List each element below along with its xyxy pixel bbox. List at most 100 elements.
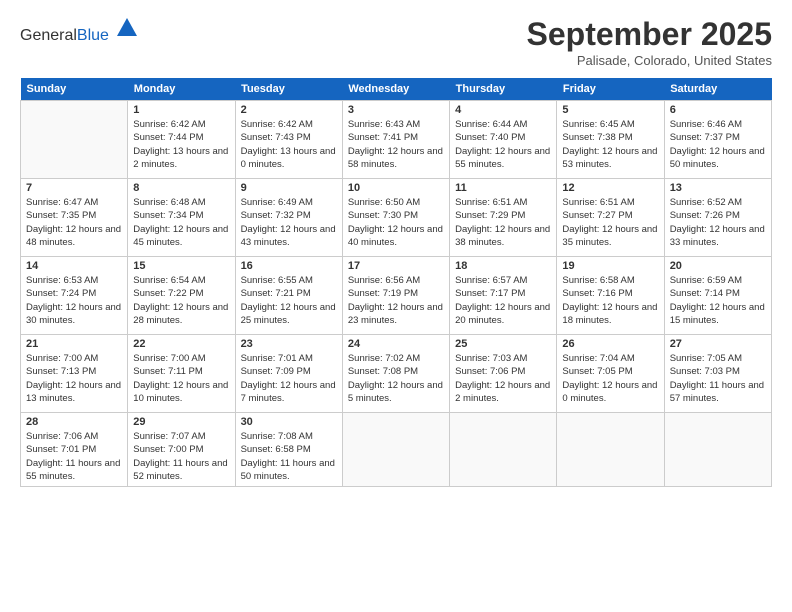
day-info: Sunrise: 6:46 AMSunset: 7:37 PMDaylight:… — [670, 118, 766, 171]
week-row-1: 1 Sunrise: 6:42 AMSunset: 7:44 PMDaylight… — [21, 101, 772, 179]
day-info: Sunrise: 7:04 AMSunset: 7:05 PMDaylight:… — [562, 352, 658, 405]
week-row-5: 28Sunrise: 7:06 AMSunset: 7:01 PMDayligh… — [21, 413, 772, 487]
day-number: 21 — [26, 338, 122, 350]
day-header-monday: Monday — [128, 78, 235, 101]
logo: GeneralBlue — [20, 16, 139, 45]
day-cell: 12 Sunrise: 6:51 AMSunset: 7:27 PMDayligh… — [557, 179, 664, 257]
day-info: Sunrise: 6:52 AMSunset: 7:26 PMDaylight:… — [670, 196, 766, 249]
day-header-wednesday: Wednesday — [342, 78, 449, 101]
day-info: Sunrise: 7:06 AMSunset: 7:01 PMDaylight:… — [26, 430, 122, 483]
day-info: Sunrise: 7:00 AMSunset: 7:11 PMDaylight:… — [133, 352, 229, 405]
day-cell: 18 Sunrise: 6:57 AMSunset: 7:17 PMDayligh… — [450, 257, 557, 335]
location: Palisade, Colorado, United States — [527, 53, 772, 68]
header: GeneralBlue September 2025 Palisade, Col… — [20, 16, 772, 68]
logo-general-text: General — [20, 27, 77, 44]
week-row-4: 21 Sunrise: 7:00 AMSunset: 7:13 PMDayligh… — [21, 335, 772, 413]
day-number: 14 — [26, 260, 122, 272]
day-info: Sunrise: 6:54 AMSunset: 7:22 PMDaylight:… — [133, 274, 229, 327]
day-number: 23 — [241, 338, 337, 350]
day-cell: 7 Sunrise: 6:47 AMSunset: 7:35 PMDaylight… — [21, 179, 128, 257]
day-number: 16 — [241, 260, 337, 272]
days-header-row: SundayMondayTuesdayWednesdayThursdayFrid… — [21, 78, 772, 101]
day-info: Sunrise: 6:42 AMSunset: 7:44 PMDaylight:… — [133, 118, 229, 171]
day-cell: 6Sunrise: 6:46 AMSunset: 7:37 PMDaylight… — [664, 101, 771, 179]
day-info: Sunrise: 6:43 AMSunset: 7:41 PMDaylight:… — [348, 118, 444, 171]
day-number: 5 — [562, 104, 658, 116]
day-number: 29 — [133, 416, 229, 428]
day-info: Sunrise: 6:50 AMSunset: 7:30 PMDaylight:… — [348, 196, 444, 249]
day-info: Sunrise: 7:01 AMSunset: 7:09 PMDaylight:… — [241, 352, 337, 405]
day-info: Sunrise: 6:57 AMSunset: 7:17 PMDaylight:… — [455, 274, 551, 327]
day-cell: 3 Sunrise: 6:43 AMSunset: 7:41 PMDaylight… — [342, 101, 449, 179]
day-header-thursday: Thursday — [450, 78, 557, 101]
day-info: Sunrise: 6:58 AMSunset: 7:16 PMDaylight:… — [562, 274, 658, 327]
logo-icon — [115, 16, 139, 40]
day-number: 4 — [455, 104, 551, 116]
day-cell: 16 Sunrise: 6:55 AMSunset: 7:21 PMDayligh… — [235, 257, 342, 335]
day-header-saturday: Saturday — [664, 78, 771, 101]
day-cell: 21 Sunrise: 7:00 AMSunset: 7:13 PMDayligh… — [21, 335, 128, 413]
day-cell: 4 Sunrise: 6:44 AMSunset: 7:40 PMDaylight… — [450, 101, 557, 179]
calendar-table: SundayMondayTuesdayWednesdayThursdayFrid… — [20, 78, 772, 487]
day-cell — [450, 413, 557, 487]
day-header-friday: Friday — [557, 78, 664, 101]
day-number: 20 — [670, 260, 766, 272]
day-cell — [664, 413, 771, 487]
day-number: 18 — [455, 260, 551, 272]
day-info: Sunrise: 6:44 AMSunset: 7:40 PMDaylight:… — [455, 118, 551, 171]
day-number: 27 — [670, 338, 766, 350]
day-header-sunday: Sunday — [21, 78, 128, 101]
day-number: 24 — [348, 338, 444, 350]
day-number: 10 — [348, 182, 444, 194]
day-info: Sunrise: 6:49 AMSunset: 7:32 PMDaylight:… — [241, 196, 337, 249]
day-number: 13 — [670, 182, 766, 194]
day-info: Sunrise: 7:03 AMSunset: 7:06 PMDaylight:… — [455, 352, 551, 405]
day-cell: 27 Sunrise: 7:05 AMSunset: 7:03 PMDayligh… — [664, 335, 771, 413]
day-number: 22 — [133, 338, 229, 350]
day-number: 8 — [133, 182, 229, 194]
day-number: 19 — [562, 260, 658, 272]
day-cell: 8Sunrise: 6:48 AMSunset: 7:34 PMDaylight… — [128, 179, 235, 257]
day-cell: 20 Sunrise: 6:59 AMSunset: 7:14 PMDayligh… — [664, 257, 771, 335]
day-cell: 25 Sunrise: 7:03 AMSunset: 7:06 PMDayligh… — [450, 335, 557, 413]
day-number: 25 — [455, 338, 551, 350]
day-number: 11 — [455, 182, 551, 194]
day-cell: 30 Sunrise: 7:08 AMSunset: 6:58 PMDayligh… — [235, 413, 342, 487]
day-cell: 19 Sunrise: 6:58 AMSunset: 7:16 PMDayligh… — [557, 257, 664, 335]
day-cell: 28Sunrise: 7:06 AMSunset: 7:01 PMDayligh… — [21, 413, 128, 487]
calendar-page: GeneralBlue September 2025 Palisade, Col… — [0, 0, 792, 612]
day-number: 7 — [26, 182, 122, 194]
day-info: Sunrise: 6:51 AMSunset: 7:27 PMDaylight:… — [562, 196, 658, 249]
day-number: 3 — [348, 104, 444, 116]
day-cell: 26 Sunrise: 7:04 AMSunset: 7:05 PMDayligh… — [557, 335, 664, 413]
day-cell — [342, 413, 449, 487]
day-number: 12 — [562, 182, 658, 194]
day-number: 1 — [133, 104, 229, 116]
month-title: September 2025 — [527, 16, 772, 53]
day-info: Sunrise: 7:02 AMSunset: 7:08 PMDaylight:… — [348, 352, 444, 405]
day-info: Sunrise: 6:55 AMSunset: 7:21 PMDaylight:… — [241, 274, 337, 327]
title-section: September 2025 Palisade, Colorado, Unite… — [527, 16, 772, 68]
day-cell: 11 Sunrise: 6:51 AMSunset: 7:29 PMDayligh… — [450, 179, 557, 257]
day-cell: 10 Sunrise: 6:50 AMSunset: 7:30 PMDayligh… — [342, 179, 449, 257]
day-cell — [557, 413, 664, 487]
day-info: Sunrise: 7:00 AMSunset: 7:13 PMDaylight:… — [26, 352, 122, 405]
day-number: 26 — [562, 338, 658, 350]
day-cell: 15 Sunrise: 6:54 AMSunset: 7:22 PMDayligh… — [128, 257, 235, 335]
day-cell: 29Sunrise: 7:07 AMSunset: 7:00 PMDayligh… — [128, 413, 235, 487]
day-info: Sunrise: 7:05 AMSunset: 7:03 PMDaylight:… — [670, 352, 766, 405]
day-cell — [21, 101, 128, 179]
day-number: 9 — [241, 182, 337, 194]
day-number: 15 — [133, 260, 229, 272]
day-info: Sunrise: 6:59 AMSunset: 7:14 PMDaylight:… — [670, 274, 766, 327]
logo-blue-text: Blue — [77, 27, 109, 44]
day-info: Sunrise: 6:47 AMSunset: 7:35 PMDaylight:… — [26, 196, 122, 249]
day-info: Sunrise: 6:51 AMSunset: 7:29 PMDaylight:… — [455, 196, 551, 249]
day-number: 30 — [241, 416, 337, 428]
day-cell: 9 Sunrise: 6:49 AMSunset: 7:32 PMDaylight… — [235, 179, 342, 257]
day-info: Sunrise: 6:56 AMSunset: 7:19 PMDaylight:… — [348, 274, 444, 327]
day-number: 17 — [348, 260, 444, 272]
day-cell: 23 Sunrise: 7:01 AMSunset: 7:09 PMDayligh… — [235, 335, 342, 413]
day-info: Sunrise: 6:45 AMSunset: 7:38 PMDaylight:… — [562, 118, 658, 171]
day-info: Sunrise: 7:08 AMSunset: 6:58 PMDaylight:… — [241, 430, 337, 483]
